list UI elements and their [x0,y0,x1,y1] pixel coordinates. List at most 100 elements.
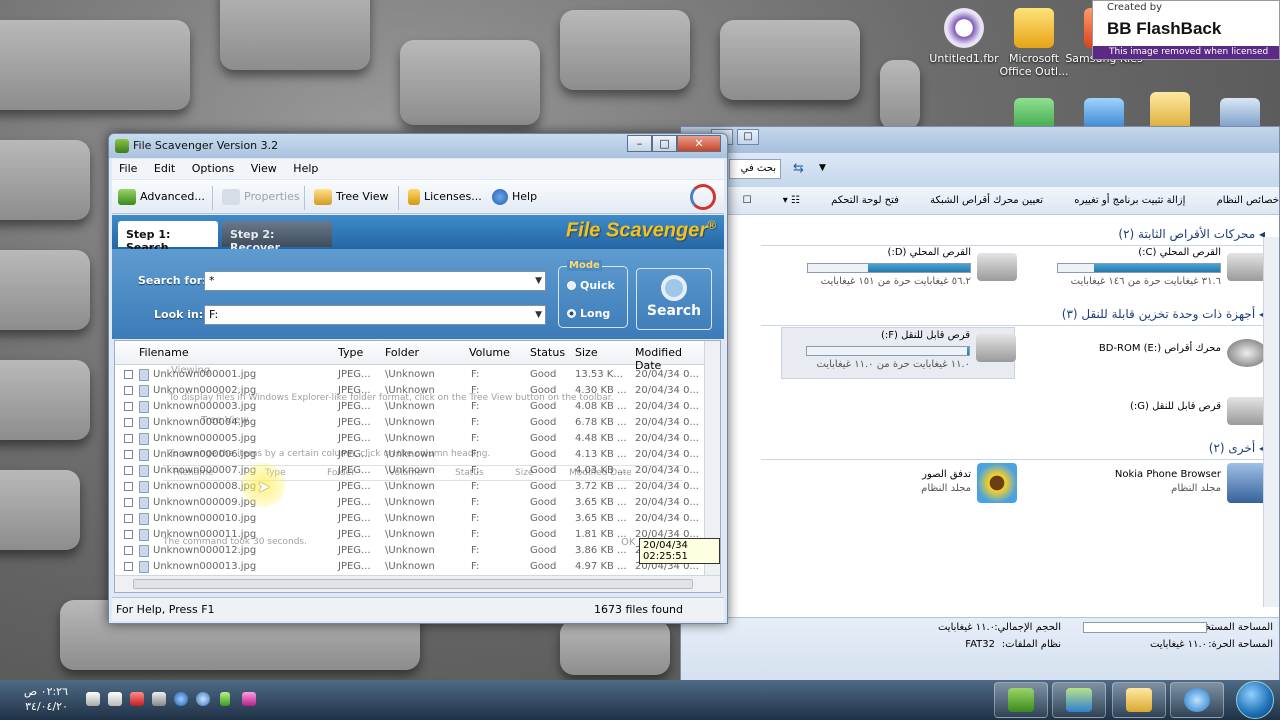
search-button[interactable]: Search [636,268,712,330]
jpeg-file-icon [139,449,149,461]
row-checkbox[interactable] [124,498,133,507]
photo-stream[interactable]: تدفق الصور مجلد النظام [781,463,1017,511]
col-status[interactable]: Status [530,346,565,359]
col-folder[interactable]: Folder [385,346,419,359]
clock-time: ٠٢:٢٦ ص [23,685,68,698]
cmd-uninstall-program[interactable]: إزالة تثبيت برنامج أو تغييره [1074,187,1185,215]
col-size[interactable]: Size [575,346,598,359]
explorer-search-box[interactable]: بحث في [729,159,781,179]
menu-view[interactable]: View [251,162,277,175]
explorer-maximize-button[interactable]: □ [737,129,759,145]
signal-icon[interactable] [86,692,100,706]
drive-f[interactable]: قرص قابل للنقل (F:) ١١.٠ غيغابايت حرة من… [781,327,1016,379]
table-row[interactable]: Unknown000010.jpg JPEG... \Unknown F: Good 3.… [115,511,705,527]
fs-titlebar[interactable]: File Scavenger Version 3.2 – □ ✕ [109,134,727,158]
cmd-map-network-drive[interactable]: تعيين محرك أقراص الشبكة [930,187,1043,215]
table-row[interactable]: Unknown000005.jpg JPEG... \Unknown F: Good 4.… [115,431,705,447]
desktop-icon-outlook[interactable]: Microsoft Office Outl... [994,8,1074,78]
close-button[interactable]: ✕ [677,135,721,152]
other-header[interactable]: ◂ أخرى (٢) [761,437,1265,460]
mode-long-radio[interactable]: Long [567,307,610,320]
row-checkbox[interactable] [124,546,133,555]
menu-options[interactable]: Options [192,162,234,175]
action-center-icon[interactable] [130,692,144,706]
licenses-button[interactable]: Licenses... [408,189,482,207]
explorer-titlebar[interactable]: ▭ □ [681,127,1279,153]
folder-name: Nokia Phone Browser [1114,469,1221,480]
tab-step1-search[interactable]: Step 1: Search [118,221,218,254]
cmd-system-properties[interactable]: خصائص النظام [1217,187,1279,215]
properties-button[interactable]: Properties [222,189,300,207]
jpeg-file-icon [139,433,149,445]
row-checkbox[interactable] [124,482,133,491]
menu-edit[interactable]: Edit [154,162,175,175]
desktop-icon-untitled-fbr[interactable]: Untitled1.fbr [924,8,1004,65]
row-checkbox[interactable] [124,466,133,475]
drive-g[interactable]: قرص قابل للنقل (G:) [1031,391,1267,439]
chevron-down-icon[interactable]: ▼ [819,163,826,173]
maximize-button[interactable]: □ [652,135,677,152]
preview-pane-icon[interactable]: ☐ [743,187,752,215]
file-scavenger-icon [1008,688,1034,712]
row-checkbox[interactable] [124,370,133,379]
volume-icon[interactable] [108,692,122,706]
tree-view-button[interactable]: Tree View [314,189,389,207]
recorder-icon[interactable] [242,692,256,706]
row-checkbox[interactable] [124,450,133,459]
cell-volume: F: [471,497,480,508]
cmd-open-control-panel[interactable]: فتح لوحة التحكم [831,187,899,215]
drive-e-bdrom[interactable]: محرك أقراص BD-ROM (E:) [1031,333,1267,381]
drive-c[interactable]: القرص المحلي (C:) ٣١.٦ غيغابايت حرة من ١… [1031,247,1267,295]
col-volume[interactable]: Volume [469,346,510,359]
table-row[interactable]: Unknown000008.jpg JPEG... \Unknown F: Good 3.… [115,479,705,495]
row-checkbox[interactable] [124,562,133,571]
cell-status: Good [530,513,557,524]
tab-step2-recover[interactable]: Step 2: Recover [222,221,332,254]
menu-help[interactable]: Help [293,162,318,175]
row-checkbox[interactable] [124,530,133,539]
table-row[interactable]: Unknown000013.jpg JPEG... \Unknown F: Good 4.… [115,559,705,575]
results-horizontal-scrollbar[interactable] [115,575,720,592]
scroll-thumb[interactable] [133,579,693,589]
nokia-phone-browser[interactable]: Nokia Phone Browser مجلد النظام [1031,463,1267,511]
cloud-icon[interactable] [196,692,210,706]
minimize-button[interactable]: – [627,135,652,152]
jpeg-file-icon [139,561,149,573]
drive-free-space: ٣١.٦ غيغابايت حرة من ١٤٦ غيغابايت [1070,276,1221,287]
row-checkbox[interactable] [124,402,133,411]
taskbar-explorer[interactable] [1112,682,1166,718]
menu-file[interactable]: File [119,162,137,175]
tray-clock[interactable]: ٠٢:٢٦ ص ٣٤/٠٤/٢٠ [10,684,68,714]
taskbar-file-scavenger[interactable] [994,682,1048,718]
row-checkbox[interactable] [124,514,133,523]
advanced-button[interactable]: Advanced... [118,189,205,207]
start-button[interactable] [1236,681,1274,719]
taskbar-users[interactable] [1052,682,1106,718]
col-filename[interactable]: Filename [139,346,189,359]
hard-drives-header[interactable]: ◂ محركات الأقراص الثابتة (٢) [761,223,1265,246]
network-icon[interactable] [152,692,166,706]
explorer-scrollbar[interactable] [1263,237,1279,607]
refresh-icon[interactable]: ⇆ [793,161,804,176]
row-checkbox[interactable] [124,386,133,395]
jpeg-file-icon [139,481,149,493]
mode-quick-radio[interactable]: Quick [567,279,615,292]
table-row[interactable]: Unknown000009.jpg JPEG... \Unknown F: Good 3.… [115,495,705,511]
dropdown-arrow-icon[interactable]: ▼ [535,306,542,324]
search-for-input[interactable]: * ▼ [204,271,546,291]
help-button[interactable]: Help [492,189,537,207]
jpeg-file-icon [139,417,149,429]
row-checkbox[interactable] [124,418,133,427]
cell-status: Good [530,433,557,444]
jpeg-file-icon [139,513,149,525]
row-checkbox[interactable] [124,434,133,443]
view-options-icon[interactable]: ☷ ▾ [783,187,800,215]
taskbar-internet-explorer[interactable] [1170,682,1224,718]
drive-d[interactable]: القرص المحلي (D:) ٥٦.٢ غيغابايت حرة من ١… [781,247,1017,295]
info-icon[interactable] [174,692,188,706]
removable-storage-header[interactable]: ◂ أجهزة ذات وحدة تخزين قابلة للنقل (٣) [761,303,1265,326]
col-type[interactable]: Type [338,346,363,359]
battery-icon[interactable] [220,692,230,706]
look-in-select[interactable]: F: ▼ [204,305,546,325]
dropdown-arrow-icon[interactable]: ▼ [535,272,542,290]
